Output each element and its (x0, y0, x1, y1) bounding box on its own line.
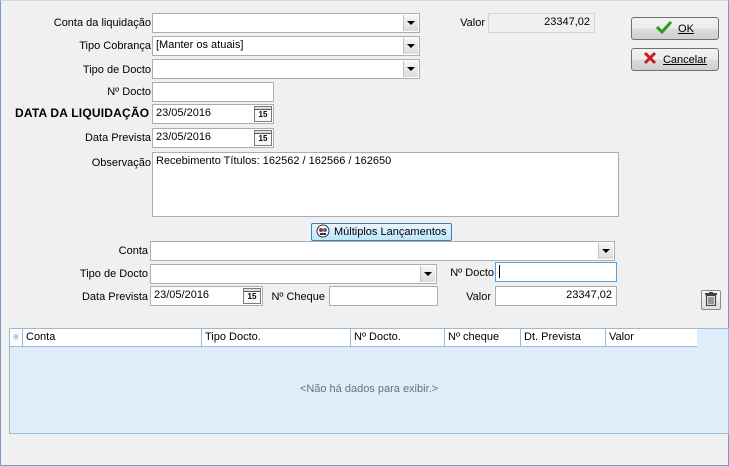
n-cheque-label: Nº Cheque (271, 291, 325, 303)
trash-icon (705, 291, 717, 309)
multiplos-lancamentos-label: Múltiplos Lançamentos (334, 226, 447, 238)
tipo-cobranca-value: [Manter os atuais] (156, 39, 244, 51)
cancelar-button[interactable]: Cancelar (631, 48, 719, 71)
data-liquidacao-label: DATA DA LIQUIDAÇÃO (15, 106, 150, 120)
valor-total-field: 23347,02 (488, 13, 595, 33)
lanc-n-docto-label: Nº Docto (450, 267, 494, 279)
lanc-conta-select[interactable] (150, 241, 615, 261)
lanc-data-prevista-field[interactable]: 23/05/2016 15 (150, 286, 263, 306)
grid-empty-message: <Não há dados para exibir.> (299, 383, 439, 395)
grid-col-n-cheque[interactable]: Nº cheque (445, 329, 521, 346)
data-prevista-field[interactable]: 23/05/2016 15 (152, 128, 274, 148)
lanc-tipo-docto-label: Tipo de Docto (79, 268, 148, 280)
chevron-down-icon[interactable] (598, 243, 613, 259)
lanc-tipo-docto-select[interactable] (150, 264, 437, 284)
lanc-data-prevista-value: 23/05/2016 (154, 289, 210, 301)
grid-col-n-docto[interactable]: Nº Docto. (351, 329, 445, 346)
data-prevista-label: Data Prevista (84, 132, 151, 144)
n-docto-input[interactable] (152, 82, 274, 102)
tipo-docto-select[interactable] (152, 59, 420, 79)
lanc-valor-label: Valor (466, 291, 491, 303)
chevron-down-icon[interactable] (420, 266, 435, 282)
multiple-entries-icon (316, 224, 330, 241)
cancelar-button-label: Cancelar (662, 53, 708, 66)
ok-button[interactable]: OK (631, 17, 719, 40)
tipo-cobranca-label: Tipo Cobrança (79, 40, 151, 52)
delete-button[interactable] (701, 290, 721, 310)
close-icon (643, 51, 657, 68)
grid-col-dt-prevista[interactable]: Dt. Prevista (521, 329, 606, 346)
calendar-icon[interactable]: 15 (243, 288, 261, 304)
grid-col-tipo-docto[interactable]: Tipo Docto. (202, 329, 351, 346)
data-liquidacao-field[interactable]: 23/05/2016 15 (152, 104, 274, 124)
grid-corner-icon[interactable]: ※ (10, 329, 23, 346)
check-icon (655, 20, 673, 37)
observacao-label: Observação (91, 157, 151, 169)
grid-col-conta[interactable]: Conta (23, 329, 202, 346)
calendar-icon[interactable]: 15 (254, 106, 272, 122)
lanc-conta-label: Conta (118, 245, 148, 257)
data-liquidacao-value: 23/05/2016 (156, 107, 212, 119)
observacao-textarea[interactable]: Recebimento Títulos: 162562 / 162566 / 1… (152, 152, 619, 217)
lanc-n-docto-input[interactable] (495, 262, 617, 282)
conta-liquidacao-select[interactable] (152, 13, 420, 33)
grid-col-valor[interactable]: Valor (606, 329, 696, 346)
chevron-down-icon[interactable] (403, 61, 418, 77)
calendar-icon[interactable]: 15 (254, 130, 272, 146)
chevron-down-icon[interactable] (403, 15, 418, 31)
tipo-docto-label: Tipo de Docto (82, 64, 151, 76)
conta-liquidacao-label: Conta da liquidação (53, 17, 151, 29)
data-prevista-value: 23/05/2016 (156, 131, 212, 143)
n-docto-label: Nº Docto (107, 86, 151, 98)
multiplos-lancamentos-button[interactable]: Múltiplos Lançamentos (311, 223, 452, 241)
liquidacao-dialog: Conta da liquidação Valor 23347,02 OK Ca… (0, 0, 729, 466)
grid-header: ※ Conta Tipo Docto. Nº Docto. Nº cheque … (10, 329, 697, 347)
valor-label: Valor (460, 17, 485, 29)
text-cursor (499, 265, 500, 278)
chevron-down-icon[interactable] (403, 38, 418, 54)
ok-button-label: OK (678, 22, 694, 35)
tipo-cobranca-select[interactable]: [Manter os atuais] (152, 36, 420, 56)
n-cheque-input[interactable] (329, 286, 438, 306)
lancamentos-grid[interactable]: ※ Conta Tipo Docto. Nº Docto. Nº cheque … (9, 328, 729, 434)
lanc-valor-input[interactable]: 23347,02 (495, 286, 617, 306)
lanc-data-prevista-label: Data Prevista (81, 291, 148, 303)
